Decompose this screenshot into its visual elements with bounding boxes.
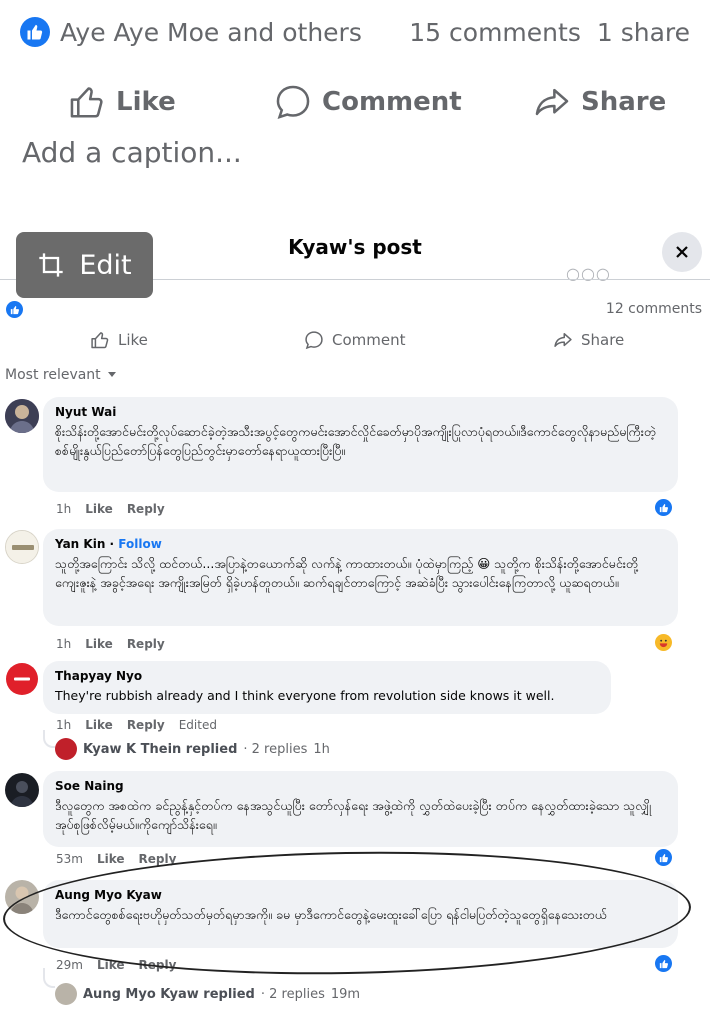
sort-label: Most relevant — [5, 367, 101, 383]
caption-input[interactable]: Add a caption... — [22, 136, 242, 169]
comment-time[interactable]: 1h — [56, 637, 71, 651]
comment-label: Comment — [322, 87, 462, 117]
like-reaction-icon[interactable] — [655, 849, 672, 866]
share-button[interactable]: Share — [533, 78, 666, 126]
share-arrow-icon — [554, 333, 572, 347]
avatar — [55, 983, 77, 1005]
inner-comments-count[interactable]: 12 comments — [606, 301, 702, 317]
reactions-summary[interactable]: Aye Aye Moe and others 15 comments 1 sha… — [20, 12, 690, 52]
reply-thread-line — [43, 730, 55, 748]
comment-time[interactable]: 53m — [56, 852, 83, 866]
comment-bubble: Yan Kin · Follow သူတို့အကြောင်း သိလို့ ထ… — [43, 529, 678, 626]
thumbs-up-icon — [70, 87, 103, 118]
share-arrow-icon — [535, 88, 569, 116]
replies-time: 19m — [330, 986, 361, 1002]
share-label: Share — [581, 87, 667, 117]
haha-reaction-icon[interactable] — [655, 634, 672, 651]
more-options-icon: ○○○ — [566, 264, 611, 283]
thumbs-up-icon — [91, 332, 109, 349]
like-reaction-icon[interactable] — [655, 499, 672, 516]
like-button[interactable]: Like — [68, 78, 176, 126]
replies-author: Kyaw K Thein replied — [83, 741, 238, 757]
comments-count[interactable]: 15 comments — [409, 18, 581, 47]
like-reaction-icon — [20, 17, 50, 47]
comment-like-link[interactable]: Like — [85, 637, 113, 651]
inner-comment-label: Comment — [332, 331, 406, 349]
comment-like-link[interactable]: Like — [85, 718, 113, 732]
follow-link[interactable]: Follow — [118, 537, 162, 551]
avatar[interactable] — [5, 530, 39, 564]
reply-thread-line — [43, 968, 55, 988]
comment-bubble-icon — [305, 331, 323, 350]
comment-reply-link[interactable]: Reply — [127, 502, 165, 516]
edit-label: Edit — [79, 249, 132, 281]
comment-time[interactable]: 1h — [56, 502, 71, 516]
comment-reply-link[interactable]: Reply — [127, 637, 165, 651]
replies-count: · 2 replies — [243, 741, 308, 757]
crop-icon — [39, 253, 64, 277]
inner-like-label: Like — [118, 331, 148, 349]
avatar[interactable] — [5, 399, 39, 433]
comment-author[interactable]: Yan Kin · Follow — [55, 537, 666, 551]
view-replies-link[interactable]: Kyaw K Thein replied · 2 replies 1h — [55, 738, 330, 760]
avatar[interactable] — [5, 773, 39, 807]
replies-author: Aung Myo Kyaw replied — [83, 986, 255, 1002]
comment-text: They're rubbish already and I think ever… — [55, 688, 555, 703]
view-replies-link[interactable]: Aung Myo Kyaw replied · 2 replies 19m — [55, 983, 360, 1005]
small-like-icon — [6, 301, 23, 318]
comment-text: စိုးသိန်းတို့အောင်မင်းတို့လုပ်ဆောင်ခဲ့တဲ… — [55, 424, 657, 458]
comment-time[interactable]: 29m — [56, 958, 83, 972]
comment-author[interactable]: Soe Naing — [55, 779, 666, 793]
replies-time: 1h — [313, 741, 330, 757]
replies-count: · 2 replies — [260, 986, 325, 1002]
inner-share-button[interactable]: Share — [553, 330, 624, 350]
comment-text: ဒီလူတွေက အစထဲက ခင်ညွန့်နှင့်တပ်က နေအသွင်… — [55, 798, 652, 832]
comment-text: သူတို့အကြောင်း သိလို့ ထင်တယ်...အပြာနဲ့တယ… — [55, 556, 639, 590]
edited-label: Edited — [178, 718, 217, 732]
inner-comment-button[interactable]: Comment — [304, 330, 406, 350]
comment-author[interactable]: Thapyay Nyo — [55, 669, 599, 683]
highlight-ellipse — [1, 846, 693, 980]
comment-bubble: Nyut Wai စိုးသိန်းတို့အောင်မင်းတို့လုပ်ဆ… — [43, 397, 678, 492]
chevron-down-icon — [107, 372, 116, 377]
comment-bubble: Thapyay Nyo They're rubbish already and … — [43, 661, 611, 714]
comment-bubble: Soe Naing ဒီလူတွေက အစထဲက ခင်ညွန့်နှင့်တပ… — [43, 771, 678, 847]
comment-button[interactable]: Comment — [274, 78, 462, 126]
comment-bubble-icon — [276, 85, 310, 120]
shares-count[interactable]: 1 share — [597, 18, 690, 47]
avatar — [55, 738, 77, 760]
avatar[interactable] — [5, 662, 39, 696]
close-button[interactable] — [662, 232, 702, 272]
reaction-names[interactable]: Aye Aye Moe and others — [60, 18, 362, 47]
comment-reply-link[interactable]: Reply — [127, 718, 165, 732]
like-label: Like — [116, 87, 176, 117]
comment-like-link[interactable]: Like — [97, 852, 125, 866]
like-reaction-icon[interactable] — [655, 955, 672, 972]
comment-author[interactable]: Nyut Wai — [55, 405, 666, 419]
comment-time[interactable]: 1h — [56, 718, 71, 732]
comment-like-link[interactable]: Like — [85, 502, 113, 516]
edit-button[interactable]: Edit — [16, 232, 153, 298]
inner-share-label: Share — [581, 331, 625, 349]
close-icon — [676, 246, 688, 258]
sort-dropdown[interactable]: Most relevant — [5, 367, 117, 383]
inner-like-button[interactable]: Like — [90, 330, 148, 350]
